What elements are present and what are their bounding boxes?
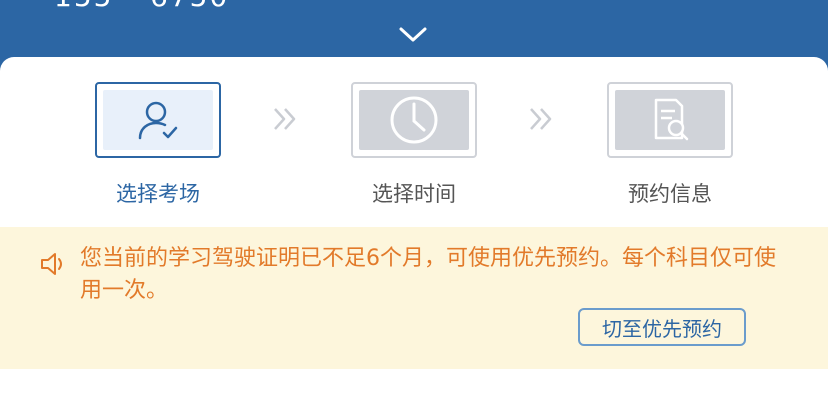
priority-notice: 您当前的学习驾驶证明已不足6个月，可使用优先预约。每个科目仅可使用一次。 切至优… <box>0 227 828 369</box>
step-label-time: 选择时间 <box>372 182 456 206</box>
step-venue-box[interactable] <box>95 82 221 158</box>
header-stat-left: 155 <box>54 0 113 13</box>
step-time-box[interactable] <box>351 82 477 158</box>
header-stat-right: 6750 <box>150 0 229 13</box>
step-label-info: 预约信息 <box>628 182 712 206</box>
user-check-icon <box>138 101 178 140</box>
step-info-box[interactable] <box>607 82 733 158</box>
booking-card: 选择考场 选择时间 预约信息 您当前的学习驾驶证明已不足6个月，可使用优先预约。… <box>0 57 828 393</box>
chevron-down-icon[interactable] <box>398 24 428 44</box>
step-label-venue: 选择考场 <box>116 182 200 206</box>
step-arrow-icon <box>530 108 552 130</box>
speaker-icon <box>41 253 62 275</box>
step-arrow-icon <box>274 108 296 130</box>
step-booking-info[interactable]: 预约信息 <box>590 82 750 208</box>
step-select-time[interactable]: 选择时间 <box>334 82 494 208</box>
clock-icon <box>390 96 438 144</box>
document-search-icon <box>654 98 689 141</box>
switch-priority-button[interactable]: 切至优先预约 <box>578 308 746 346</box>
notice-text: 您当前的学习驾驶证明已不足6个月，可使用优先预约。每个科目仅可使用一次。 <box>80 246 776 303</box>
step-select-venue[interactable]: 选择考场 <box>78 82 238 208</box>
